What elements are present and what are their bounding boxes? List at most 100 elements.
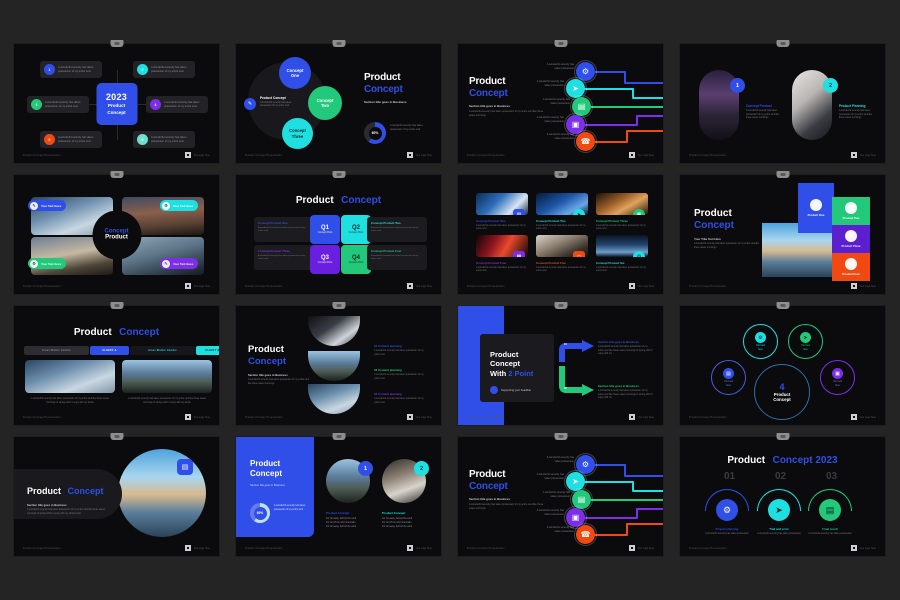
slide6-card-2-title: Concept Product Two xyxy=(371,221,401,225)
slide9-tab-3[interactable]: Amet Mollis Jumbo xyxy=(130,346,195,355)
logo-label: Your Logo Here xyxy=(637,546,654,550)
slide16-body-3: A wonderful serenity has taken possessio… xyxy=(808,533,852,535)
slide-logo: Your Logo Here xyxy=(407,283,432,289)
slide1-year: 2023 xyxy=(105,91,128,102)
slide12-node-2-l2: here xyxy=(803,348,808,351)
slide-thumbnail-8[interactable]: Product Concept Your Title Text Here A w… xyxy=(679,171,886,295)
slide9-tab-1[interactable]: Amet Mollis Jumbo xyxy=(24,346,89,355)
slide-thumbnail-14[interactable]: Product Concept Section title goes in Bu… xyxy=(235,433,442,557)
slide8-title-blue: Concept xyxy=(694,220,734,231)
logo-label: Your Logo Here xyxy=(637,284,654,288)
slide-thumbnail-9[interactable]: Product Concept Amet Mollis Jumbo CLIENT… xyxy=(13,302,220,426)
logo-label: Your Logo Here xyxy=(193,284,210,288)
slide-canvas-3: Product Concept Section title goes in Bu… xyxy=(458,44,663,163)
slide-thumbnail-1[interactable]: 2023 Product Concept 1 A wonderful seren… xyxy=(13,40,220,164)
slide-thumbnail-6[interactable]: Product Concept Concept Product One A wo… xyxy=(235,171,442,295)
slide1-item-3[interactable]: 3 A wonderful serenity has taken possess… xyxy=(27,96,89,113)
slide-thumbnail-10[interactable]: Product Concept Section title goes in Bu… xyxy=(235,302,442,426)
slide16-title-1: Project planning xyxy=(715,527,739,531)
slide7-card-6[interactable]: ⚙ Concept Product Six A wonderful sereni… xyxy=(596,235,648,274)
slide-thumbnail-11[interactable]: Product Concept With 2 Point Supporting … xyxy=(457,302,664,426)
slide12-node-2-l1: Your text xyxy=(800,344,811,347)
slide1-badge-4: 4 xyxy=(150,99,161,110)
slide6-card-1[interactable]: Concept Product One A wonderful serenity… xyxy=(254,217,314,242)
slide9-tab-2[interactable]: CLIENT A xyxy=(90,346,129,355)
slide4-body-1: A wonderful serenity has taken possessio… xyxy=(746,110,780,120)
slide12-node-4-monitor-icon: ▣ xyxy=(832,368,843,379)
slide15-node-5-phone-icon[interactable]: ☎ xyxy=(573,522,598,547)
slide-thumbnail-4[interactable]: 1 Concept Product A wonderful serenity h… xyxy=(679,40,886,164)
slide6-q3-label: Concept Point xyxy=(317,261,333,264)
slide7-card-3[interactable]: ▣ Concept Product Three A wonderful sere… xyxy=(596,193,648,232)
slide6-box-q3[interactable]: Q3 Concept Point xyxy=(310,245,340,274)
slide-canvas-12: 4 Product Concept ⚙ Your text here ➤ You… xyxy=(680,306,885,425)
slide3-node-5-phone-icon[interactable]: ☎ xyxy=(573,129,598,154)
slide12-node-1[interactable]: ⚙ Your text here xyxy=(743,324,778,359)
slide2-bubble-3[interactable]: Concept Three xyxy=(282,118,313,149)
slide2-bubble-2-l2: Two xyxy=(320,103,330,108)
slide7-icon-3-monitor-icon: ▣ xyxy=(633,209,645,215)
slide6-card-4[interactable]: Concept Product Four A wonderful serenit… xyxy=(367,245,427,270)
slide5-pill-3[interactable]: ⚙ Your Text Goes xyxy=(28,258,67,269)
slide-thumbnail-15[interactable]: Product Concept Section title goes in Bu… xyxy=(457,433,664,557)
slide7-card-2[interactable]: ➤ Concept Product Two A wonderful sereni… xyxy=(536,193,588,232)
slide10-item-3[interactable]: 03 Content planning A wonderful serenity… xyxy=(374,392,430,405)
slide6-box-q1[interactable]: Q1 Concept Point xyxy=(310,215,340,244)
slide-logo: Your Logo Here xyxy=(185,283,210,289)
slide7-card-5[interactable]: □ Concept Product Five A wonderful seren… xyxy=(536,235,588,274)
slide7-card-4[interactable]: ▦ Concept Product Four A wonderful seren… xyxy=(476,235,528,274)
slide7-image-1: ▤ xyxy=(476,193,528,215)
slide-thumbnail-16[interactable]: Product Concept 2023 01 02 03 ⚙ ➤ ▤ Proj… xyxy=(679,433,886,557)
slide12-node-3-report-icon: ▤ xyxy=(723,368,734,379)
slide12-node-2-rocket-icon: ➤ xyxy=(800,332,811,343)
slide9-tab-1-label: Amet Mollis Jumbo xyxy=(42,349,71,352)
slide6-title-blue: Concept xyxy=(341,195,382,206)
slide2-bubble-1[interactable]: Concept One xyxy=(279,57,311,89)
slide8-tile-1[interactable]: ➤ Product One xyxy=(798,183,834,233)
slide-footer-text: Product Concept Presentation xyxy=(23,285,61,288)
slide5-pill-2[interactable]: ⚙ Your Text Goes xyxy=(160,200,199,211)
slide10-body-3: A wonderful serenity has taken possessio… xyxy=(374,398,424,404)
slide10-item-1[interactable]: 01 Content planning A wonderful serenity… xyxy=(374,344,430,357)
slide5-pill-1[interactable]: ✎ Your Text Goes xyxy=(28,200,67,211)
slide10-item-2[interactable]: 02 Content planning A wonderful serenity… xyxy=(374,368,430,381)
slide-thumbnail-7[interactable]: ▤ Concept Product One A wonderful sereni… xyxy=(457,171,664,295)
slide1-item-5[interactable]: 5 A wonderful serenity has taken possess… xyxy=(40,131,102,148)
slide2-stat-text: A wonderful serenity has taken possessio… xyxy=(390,124,423,131)
slide1-item-6[interactable]: 6 A wonderful serenity has taken possess… xyxy=(133,131,195,148)
slide9-tab-4[interactable]: CLIENT B xyxy=(196,346,219,355)
slide-thumbnail-13[interactable]: Product Concept Section title goes in Bu… xyxy=(13,433,220,557)
slide13-title-blue: Concept xyxy=(67,486,104,496)
slide16-icon-3-report-icon[interactable]: ▤ xyxy=(819,499,841,521)
slide6-card-2[interactable]: Concept Product Two A wonderful serenity… xyxy=(367,217,427,242)
slide-thumbnail-2[interactable]: Concept One Concept Two Concept Three ✎ … xyxy=(235,40,442,164)
slide16-icon-2-rocket-icon[interactable]: ➤ xyxy=(768,499,790,521)
slide6-card-3[interactable]: Concept Product Three A wonderful sereni… xyxy=(254,245,314,270)
slide11-point-1-title: Section title goes in Business xyxy=(598,340,639,344)
slide8-tile-3-label: Product Three xyxy=(841,244,861,248)
slide7-icon-6-gear-icon: ⚙ xyxy=(633,251,645,257)
slide8-tile-2[interactable]: ⚙ Product Two xyxy=(832,197,870,225)
slide7-card-1[interactable]: ▤ Concept Product One A wonderful sereni… xyxy=(476,193,528,232)
slide6-title-white: Product xyxy=(295,195,334,206)
slide12-node-4[interactable]: ▣ Your text here xyxy=(820,360,855,395)
slide2-bubble-2[interactable]: Concept Two xyxy=(308,86,342,120)
slide4-title-2: Product Planning xyxy=(839,104,866,108)
slide1-item-2[interactable]: 2 A wonderful serenity has taken possess… xyxy=(133,61,195,78)
slide3-title-blue: Concept xyxy=(469,88,508,99)
slide9-caption-1: A wonderful serenity has taken possessio… xyxy=(31,398,109,404)
slide5-pill-4[interactable]: ✎ Your Text Goes xyxy=(160,258,199,269)
slide-thumbnail-5[interactable]: Concept Product ✎ Your Text Goes ⚙ Your … xyxy=(13,171,220,295)
slide8-tile-3[interactable]: ▣ Product Three xyxy=(832,225,870,253)
slide-logo: Your Logo Here xyxy=(407,414,432,420)
slide12-node-3[interactable]: ▤ Your text here xyxy=(711,360,746,395)
slide1-item-4[interactable]: 4 A wonderful serenity has taken possess… xyxy=(146,96,208,113)
slide-thumbnail-12[interactable]: 4 Product Concept ⚙ Your text here ➤ You… xyxy=(679,302,886,426)
slide3-subtitle: Section title goes in Business xyxy=(469,104,510,108)
slide16-icon-1-gear-icon[interactable]: ⚙ xyxy=(716,499,738,521)
slide14-col-1-title: Product Concept xyxy=(326,511,350,515)
slide12-node-2[interactable]: ➤ Your text here xyxy=(788,324,823,359)
slide1-item-1[interactable]: 1 A wonderful serenity has taken possess… xyxy=(40,61,102,78)
slide-thumbnail-3[interactable]: Product Concept Section title goes in Bu… xyxy=(457,40,664,164)
slide8-tile-4[interactable]: ▤ Product Four xyxy=(832,253,870,281)
